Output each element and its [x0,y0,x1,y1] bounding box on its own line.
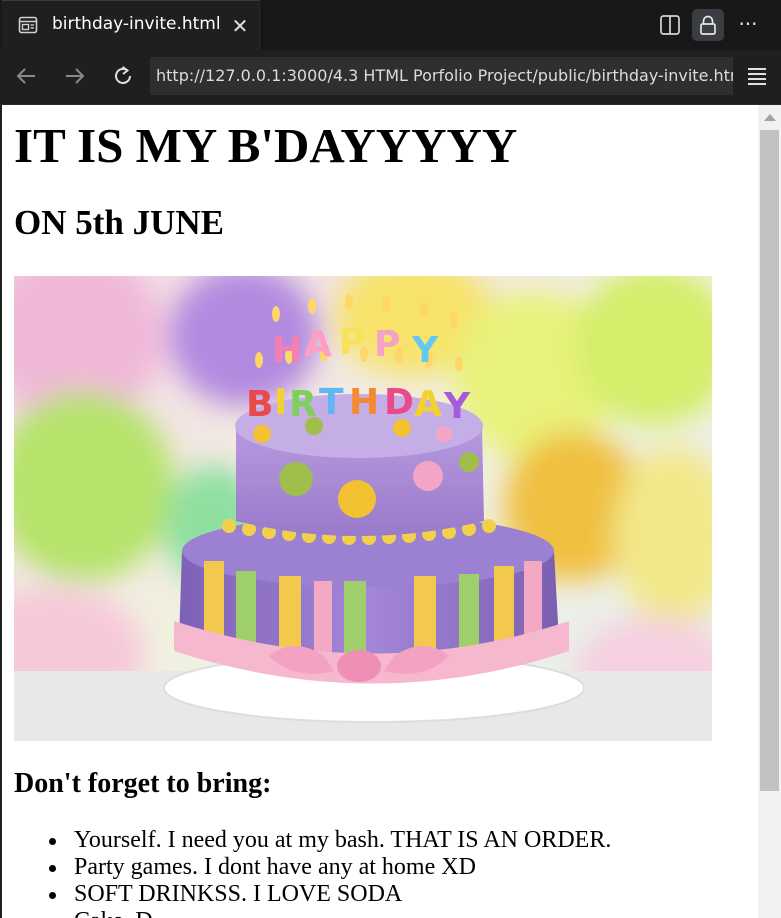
page-heading: IT IS MY B'DAYYYYY [14,118,518,173]
birthday-cake-image: H A P P Y B I R T H D A Y [14,276,712,741]
list-item-text: Yourself. I need you at my bash. THAT IS… [74,827,612,853]
list-item-text: Cake. D [74,908,153,918]
active-tab[interactable]: birthday-invite.html ✕ [2,0,260,50]
bullet-icon [49,865,56,872]
svg-text:P: P [339,322,365,363]
close-tab-icon[interactable]: ✕ [228,14,252,38]
list-item-text: SOFT DRINKSS. I LOVE SODA [74,881,403,907]
svg-text:P: P [374,324,400,365]
svg-text:I: I [274,382,287,423]
lock-icon [700,15,716,35]
list-item: Yourself. I need you at my bash. THAT IS… [49,827,612,854]
bullet-icon [49,892,56,899]
party-date: ON 5th JUNE [14,203,225,242]
svg-text:Y: Y [411,330,439,371]
scroll-up-arrow-icon[interactable] [764,114,776,121]
svg-text:R: R [289,384,317,425]
arrow-left-icon[interactable] [13,63,39,89]
reload-icon[interactable] [110,63,136,89]
lock-button[interactable] [692,9,724,41]
page-viewport: IT IS MY B'DAYYYYY ON 5th JUNE H A P P Y… [2,105,758,918]
list-item: SOFT DRINKSS. I LOVE SODA [49,881,611,908]
tab-title: birthday-invite.html [52,14,221,34]
browser-page-icon [18,16,38,34]
svg-text:H: H [272,330,302,371]
svg-text:Y: Y [443,386,471,427]
list-item: Party games. I dont have any at home XD [49,854,611,881]
url-text[interactable]: http://127.0.0.1:3000/4.3 HTML Porfolio … [156,66,733,85]
address-bar[interactable]: http://127.0.0.1:3000/4.3 HTML Porfolio … [150,57,733,95]
list-item-text: Party games. I dont have any at home XD [74,854,476,880]
split-screen-icon[interactable] [658,13,682,37]
hamburger-menu-icon[interactable] [745,64,769,88]
svg-text:A: A [414,384,442,425]
list-item: Cake. D [74,908,611,918]
bring-list: Yourself. I need you at my bash. THAT IS… [14,827,611,918]
browser-tab-bar: birthday-invite.html ✕ ··· [0,0,781,51]
scrollbar-thumb[interactable] [760,130,779,791]
svg-text:B: B [246,384,273,425]
vertical-scrollbar[interactable] [758,105,781,918]
svg-text:D: D [384,382,414,423]
bullet-icon [49,838,56,845]
svg-text:T: T [319,382,344,423]
arrow-right-icon[interactable] [62,63,88,89]
bring-list-title: Don't forget to bring: [14,768,272,799]
navigation-bar: http://127.0.0.1:3000/4.3 HTML Porfolio … [0,50,781,105]
svg-text:A: A [304,324,332,365]
svg-text:H: H [349,382,379,423]
more-options-icon[interactable]: ··· [735,9,761,39]
